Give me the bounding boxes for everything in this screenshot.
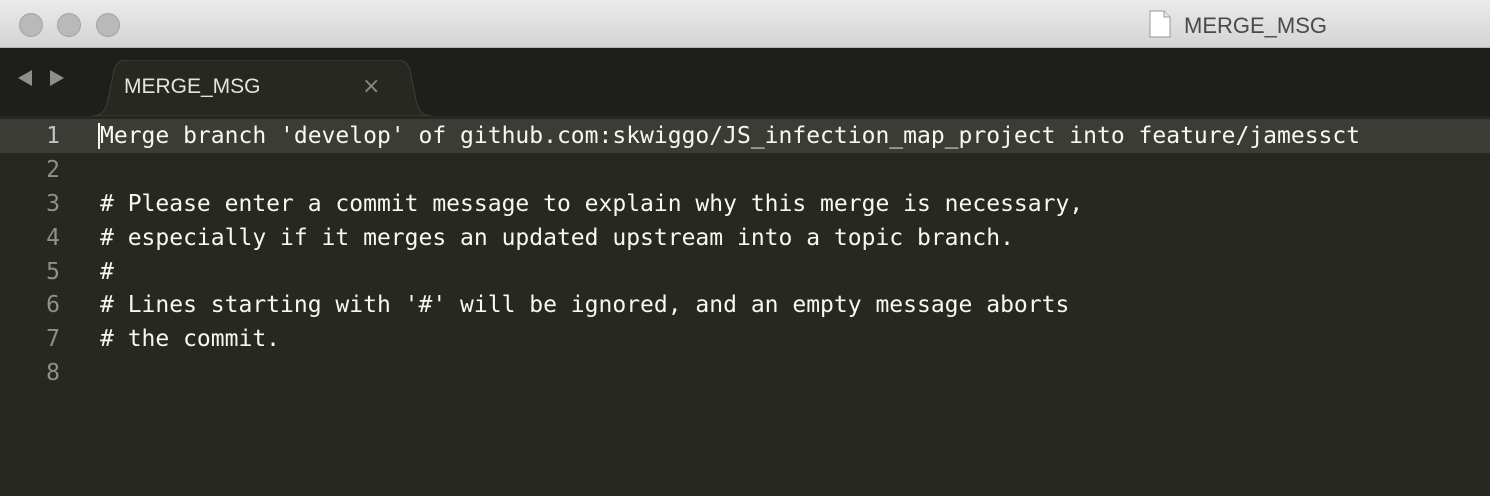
line-text[interactable]: # Lines starting with '#' will be ignore… xyxy=(100,288,1069,322)
line-number: 1 xyxy=(46,123,60,149)
line-number: 7 xyxy=(46,326,60,352)
zoom-window-button[interactable] xyxy=(96,13,120,37)
line-number: 2 xyxy=(46,157,60,183)
line-number: 8 xyxy=(46,360,60,386)
editor-line[interactable]: 4 # especially if it merges an updated u… xyxy=(0,221,1490,255)
line-number: 4 xyxy=(46,225,60,251)
title-bar[interactable]: MERGE_MSG xyxy=(0,0,1490,48)
line-text[interactable]: # xyxy=(100,255,114,289)
editor-window: MERGE_MSG MERGE_MSG × 1 Merge branch 'de… xyxy=(0,0,1490,496)
line-text[interactable]: # Please enter a commit message to expla… xyxy=(100,187,1083,221)
tab-bar: MERGE_MSG × xyxy=(0,48,1490,116)
editor-line[interactable]: 1 Merge branch 'develop' of github.com:s… xyxy=(0,119,1490,153)
line-number: 5 xyxy=(46,259,60,285)
editor-line[interactable]: 5 # xyxy=(0,255,1490,289)
line-text[interactable]: # the commit. xyxy=(100,322,280,356)
document-icon xyxy=(1149,10,1171,38)
window-title: MERGE_MSG xyxy=(1184,13,1328,38)
line-number: 6 xyxy=(46,292,60,318)
minimize-window-button[interactable] xyxy=(57,13,81,37)
text-cursor xyxy=(98,123,100,149)
tab-close-icon[interactable]: × xyxy=(362,74,380,100)
editor-line[interactable]: 8 xyxy=(0,356,1490,390)
tab-merge-msg[interactable]: MERGE_MSG × xyxy=(92,60,432,116)
editor-line[interactable]: 7 # the commit. xyxy=(0,322,1490,356)
back-arrow-icon[interactable] xyxy=(18,70,32,86)
line-text[interactable]: # especially if it merges an updated ups… xyxy=(100,221,1014,255)
line-number: 3 xyxy=(46,191,60,217)
tab-label: MERGE_MSG xyxy=(124,75,261,98)
editor-line[interactable]: 3 # Please enter a commit message to exp… xyxy=(0,187,1490,221)
editor-line[interactable]: 2 xyxy=(0,153,1490,187)
forward-arrow-icon[interactable] xyxy=(50,70,64,86)
close-window-button[interactable] xyxy=(19,13,43,37)
editor-line[interactable]: 6 # Lines starting with '#' will be igno… xyxy=(0,288,1490,322)
code-editor[interactable]: 1 Merge branch 'develop' of github.com:s… xyxy=(0,116,1490,496)
line-text[interactable]: Merge branch 'develop' of github.com:skw… xyxy=(100,119,1360,153)
